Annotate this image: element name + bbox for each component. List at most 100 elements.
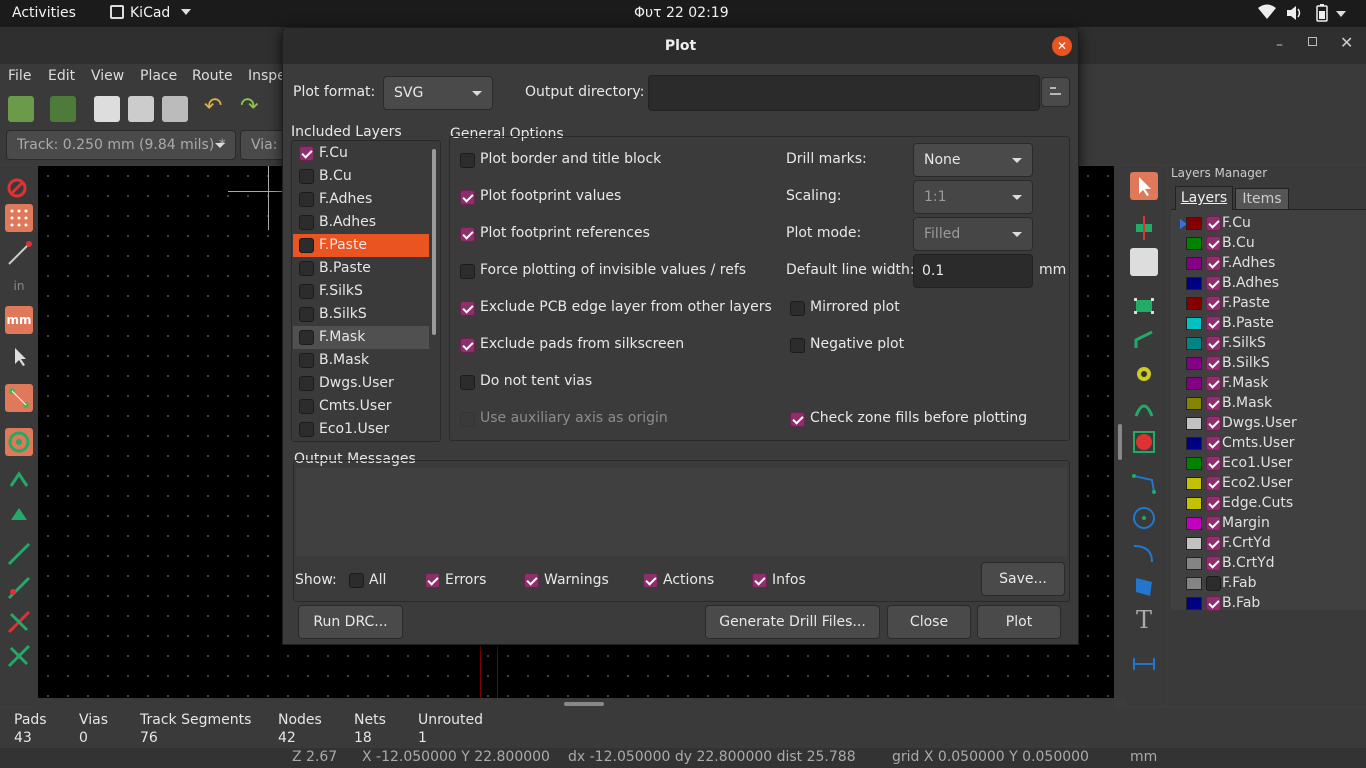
layer-visibility-checkbox[interactable] (1206, 576, 1221, 591)
layer-visibility-checkbox[interactable] (1206, 456, 1221, 471)
system-menu-chevron-icon[interactable] (1336, 5, 1346, 21)
layer-manager-name[interactable]: Cmts.User (1222, 435, 1295, 451)
included-layer-checkbox[interactable] (299, 353, 314, 368)
layer-manager-name[interactable]: Eco2.User (1222, 475, 1292, 491)
drill-marks-select[interactable]: None (913, 143, 1033, 177)
layer-visibility-checkbox[interactable] (1206, 216, 1221, 231)
footprint-refs-checkbox[interactable] (460, 227, 475, 242)
layer-manager-row[interactable]: Edge.Cuts (1178, 494, 1358, 514)
footprint-values-checkbox[interactable] (460, 190, 475, 205)
volume-icon[interactable] (1286, 5, 1304, 25)
included-layer-row[interactable]: B.Adhes (293, 211, 429, 234)
layer-visibility-checkbox[interactable] (1206, 296, 1221, 311)
layer-manager-row[interactable]: B.Adhes (1178, 274, 1358, 294)
route-track-icon[interactable] (1130, 326, 1158, 354)
included-layer-row[interactable]: B.SilkS (293, 303, 429, 326)
layer-manager-row[interactable]: F.Mask (1178, 374, 1358, 394)
layer-color-swatch[interactable] (1186, 297, 1202, 310)
included-layer-checkbox[interactable] (299, 422, 314, 437)
layer-visibility-checkbox[interactable] (1206, 596, 1221, 611)
layer-manager-name[interactable]: F.Mask (1222, 375, 1268, 391)
layer-visibility-checkbox[interactable] (1206, 536, 1221, 551)
filter-warnings-checkbox[interactable] (524, 573, 539, 588)
layer-visibility-checkbox[interactable] (1206, 336, 1221, 351)
layer-manager-row[interactable]: B.Fab (1178, 594, 1358, 614)
layer-color-swatch[interactable] (1186, 437, 1202, 450)
layer-manager-name[interactable]: Dwgs.User (1222, 415, 1297, 431)
plot-icon[interactable] (162, 96, 188, 122)
layer-manager-name[interactable]: B.Cu (1222, 235, 1255, 251)
menu-file[interactable]: File (8, 68, 31, 84)
layer-manager-name[interactable]: F.Cu (1222, 215, 1251, 231)
add-footprint-icon[interactable] (1130, 292, 1158, 320)
track-width-select[interactable]: Track: 0.250 mm (9.84 mils) * (6, 130, 236, 160)
layer-color-swatch[interactable] (1186, 457, 1202, 470)
included-layer-row[interactable]: Cmts.User (293, 395, 429, 418)
scroll-thumb[interactable] (564, 702, 604, 706)
menu-place[interactable]: Place (140, 68, 177, 84)
layer-manager-row[interactable]: Margin (1178, 514, 1358, 534)
close-button[interactable]: Close (887, 605, 971, 639)
maximize-icon[interactable] (1308, 37, 1317, 46)
layer-manager-row[interactable]: F.CrtYd (1178, 534, 1358, 554)
clock[interactable]: Φυτ 22 02:19 (634, 5, 729, 21)
layer-manager-row[interactable]: F.SilkS (1178, 334, 1358, 354)
layer-manager-row[interactable]: B.CrtYd (1178, 554, 1358, 574)
filter-actions-checkbox[interactable] (643, 573, 658, 588)
included-layer-checkbox[interactable] (299, 146, 314, 161)
layer-visibility-checkbox[interactable] (1206, 236, 1221, 251)
layer-manager-row[interactable]: Dwgs.User (1178, 414, 1358, 434)
add-dimension-icon[interactable] (1130, 648, 1158, 676)
plot-border-checkbox[interactable] (460, 153, 475, 168)
layer-visibility-checkbox[interactable] (1206, 516, 1221, 531)
inch-units-icon[interactable]: in (5, 272, 33, 300)
filter-all-checkbox[interactable] (349, 573, 364, 588)
aux-axis-checkbox[interactable] (460, 412, 475, 427)
dialog-close-icon[interactable]: ✕ (1052, 36, 1072, 56)
layer-manager-row[interactable]: F.Paste (1178, 294, 1358, 314)
layer-manager-name[interactable]: Edge.Cuts (1222, 495, 1293, 511)
plot-button[interactable]: Plot (977, 605, 1061, 639)
add-circle-icon[interactable] (1130, 504, 1158, 532)
layer-color-swatch[interactable] (1186, 237, 1202, 250)
zone-outline-icon[interactable] (5, 466, 33, 494)
layer-manager-row[interactable]: F.Adhes (1178, 254, 1358, 274)
layer-manager-row[interactable]: B.SilkS (1178, 354, 1358, 374)
layer-manager-row[interactable]: Cmts.User (1178, 434, 1358, 454)
layer-color-swatch[interactable] (1186, 257, 1202, 270)
layer-visibility-checkbox[interactable] (1206, 316, 1221, 331)
layer-color-swatch[interactable] (1186, 337, 1202, 350)
highlight-net-icon[interactable] (1130, 214, 1158, 242)
polar-coords-icon[interactable] (5, 240, 33, 268)
add-arc-icon[interactable] (1130, 538, 1158, 566)
layer-color-swatch[interactable] (1186, 537, 1202, 550)
scaling-select[interactable]: 1:1 (913, 180, 1033, 214)
select-arrow-icon[interactable] (1130, 172, 1158, 200)
layer-manager-name[interactable]: B.Paste (1222, 315, 1274, 331)
horizontal-scrollbar[interactable] (38, 698, 1114, 708)
layer-visibility-checkbox[interactable] (1206, 496, 1221, 511)
add-via-icon[interactable] (1130, 360, 1158, 388)
layer-color-swatch[interactable] (1186, 217, 1202, 230)
included-layer-checkbox[interactable] (299, 215, 314, 230)
window-close-icon[interactable]: ✕ (1340, 33, 1353, 52)
layer-color-swatch[interactable] (1186, 357, 1202, 370)
via-sketch-icon[interactable] (5, 574, 33, 602)
included-layer-checkbox[interactable] (299, 376, 314, 391)
layer-visibility-checkbox[interactable] (1206, 376, 1221, 391)
included-layer-row[interactable]: F.Mask (293, 326, 429, 349)
included-layer-row[interactable]: F.Paste (293, 234, 429, 257)
battery-icon[interactable] (1316, 4, 1328, 26)
layer-visibility-checkbox[interactable] (1206, 416, 1221, 431)
layer-color-swatch[interactable] (1186, 417, 1202, 430)
exclude-pads-checkbox[interactable] (460, 338, 475, 353)
layer-color-swatch[interactable] (1186, 557, 1202, 570)
menu-inspect[interactable]: Inspe (248, 68, 286, 84)
generate-drill-files-button[interactable]: Generate Drill Files... (705, 605, 880, 639)
browse-folder-button[interactable] (1041, 77, 1070, 107)
run-drc-button[interactable]: Run DRC... (298, 605, 403, 639)
zone-hatch-icon[interactable] (5, 500, 33, 528)
included-layer-row[interactable]: F.Cu (293, 142, 429, 165)
included-layer-checkbox[interactable] (299, 169, 314, 184)
included-layer-checkbox[interactable] (299, 330, 314, 345)
